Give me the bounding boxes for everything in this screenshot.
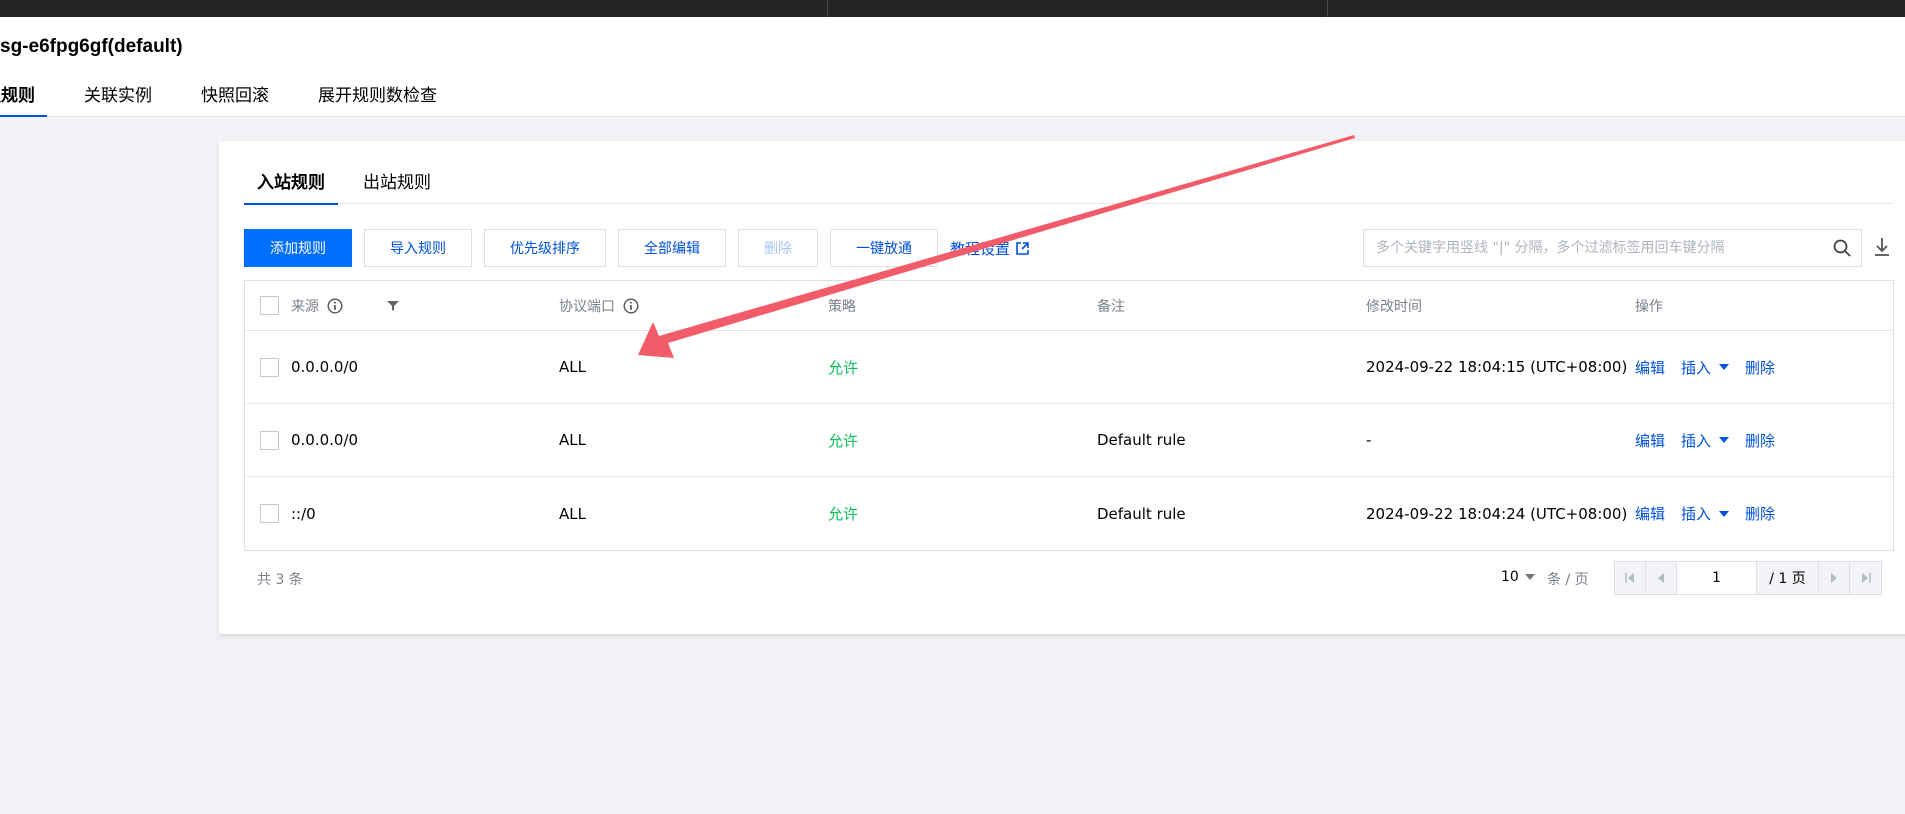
page-tabs: 组规则 关联实例 快照回滚 展开规则数检查 — [0, 85, 486, 117]
tab-inbound-rules[interactable]: 入站规则 — [244, 171, 338, 205]
tab-associated-instances[interactable]: 关联实例 — [84, 85, 152, 117]
rules-card: 入站规则 出站规则 添加规则 导入规则 优先级排序 全部编辑 删除 一键放通 教… — [219, 141, 1905, 634]
tab-snapshot-rollback[interactable]: 快照回滚 — [201, 85, 269, 117]
search-input[interactable] — [1376, 240, 1823, 256]
prev-page-button[interactable] — [1646, 562, 1677, 594]
insert-dropdown[interactable]: 插入 — [1681, 357, 1730, 378]
header-modified-time: 修改时间 — [1366, 298, 1422, 315]
cell-policy: 允许 — [828, 358, 859, 377]
row-checkbox[interactable] — [260, 504, 279, 523]
next-page-icon — [1831, 573, 1837, 583]
caret-down-icon — [1719, 437, 1730, 443]
download-icon[interactable] — [1874, 237, 1890, 261]
first-page-button[interactable] — [1615, 562, 1646, 594]
delete-button[interactable]: 删除 — [738, 229, 818, 267]
header-operations: 操作 — [1635, 298, 1663, 315]
per-page-label: 条 / 页 — [1547, 572, 1589, 588]
filter-icon[interactable] — [387, 300, 399, 312]
table-row: ::/0 ALL 允许 Default rule 2024-09-22 18:0… — [245, 477, 1893, 550]
top-nav-divider — [827, 0, 828, 17]
top-nav-divider — [1327, 0, 1328, 17]
cell-policy: 允许 — [828, 505, 859, 523]
last-page-button[interactable] — [1850, 562, 1881, 594]
external-link-icon — [1016, 241, 1029, 255]
info-icon[interactable] — [623, 297, 639, 314]
rule-search-box — [1363, 229, 1862, 267]
header-policy: 策略 — [828, 298, 856, 315]
caret-down-icon — [1719, 510, 1730, 517]
cell-note: Default rule — [1097, 431, 1186, 449]
total-count: 共 3 条 — [257, 572, 303, 588]
tutorial-settings-link[interactable]: 教程设置 — [950, 238, 1029, 259]
delete-link[interactable]: 删除 — [1745, 503, 1775, 524]
insert-dropdown[interactable]: 插入 — [1681, 430, 1730, 451]
rule-direction-tabs: 入站规则 出站规则 — [244, 171, 1894, 205]
page-size-value: 10 — [1501, 569, 1519, 585]
next-page-button[interactable] — [1819, 562, 1850, 594]
prev-page-icon — [1658, 573, 1664, 583]
search-icon[interactable] — [1823, 230, 1861, 266]
row-checkbox[interactable] — [260, 430, 279, 450]
cell-port: ALL — [559, 358, 586, 376]
rules-table: 来源 协议端口 策略 备注 修改时间 操作 0.0.0.0/0 ALL 允许 2… — [244, 280, 1894, 551]
insert-dropdown[interactable]: 插入 — [1681, 503, 1730, 524]
priority-sort-button[interactable]: 优先级排序 — [484, 229, 606, 267]
cell-source: 0.0.0.0/0 — [291, 431, 359, 449]
cell-policy: 允许 — [828, 431, 859, 450]
tab-group-rules[interactable]: 组规则 — [0, 85, 47, 117]
cell-note: Default rule — [1097, 504, 1186, 523]
header-source: 来源 — [291, 298, 319, 315]
row-checkbox[interactable] — [260, 357, 279, 377]
page-header: sg-e6fpg6gf(default) 组规则 关联实例 快照回滚 展开规则数… — [0, 17, 1905, 117]
edit-link[interactable]: 编辑 — [1635, 357, 1665, 378]
one-click-allow-button[interactable]: 一键放通 — [830, 229, 938, 267]
cell-time: 2024-09-22 18:04:24 (UTC+08:00) — [1366, 504, 1628, 523]
cell-source: 0.0.0.0/0 — [291, 358, 359, 376]
pagination: / 1 页 — [1614, 561, 1882, 595]
tutorial-settings-label: 教程设置 — [950, 239, 1011, 258]
table-header: 来源 协议端口 策略 备注 修改时间 操作 — [245, 281, 1893, 331]
caret-down-icon — [1719, 364, 1730, 370]
first-page-icon — [1625, 573, 1634, 583]
cell-time: - — [1366, 431, 1372, 449]
insert-label: 插入 — [1681, 431, 1712, 450]
top-nav-bar — [0, 0, 1905, 17]
cell-port: ALL — [559, 504, 586, 523]
table-row: 0.0.0.0/0 ALL 允许 Default rule - 编辑 插入 删除 — [245, 404, 1893, 477]
import-rules-button[interactable]: 导入规则 — [364, 229, 472, 267]
edit-link[interactable]: 编辑 — [1635, 430, 1665, 451]
header-protocol-port: 协议端口 — [559, 298, 615, 315]
info-icon[interactable] — [327, 297, 343, 314]
delete-link[interactable]: 删除 — [1745, 430, 1775, 451]
page-number-input[interactable] — [1677, 562, 1757, 594]
delete-link[interactable]: 删除 — [1745, 357, 1775, 378]
header-note: 备注 — [1097, 298, 1125, 315]
tab-outbound-rules[interactable]: 出站规则 — [350, 171, 444, 204]
page-total: / 1 页 — [1757, 562, 1819, 594]
rules-toolbar: 添加规则 导入规则 优先级排序 全部编辑 删除 一键放通 教程设置 — [244, 229, 1029, 267]
cell-time: 2024-09-22 18:04:15 (UTC+08:00) — [1366, 358, 1628, 376]
cell-port: ALL — [559, 431, 586, 449]
insert-label: 插入 — [1681, 358, 1712, 377]
caret-down-icon — [1524, 574, 1535, 580]
tab-rule-count-check[interactable]: 展开规则数检查 — [318, 85, 437, 117]
security-group-title: sg-e6fpg6gf(default) — [0, 36, 183, 57]
edit-all-button[interactable]: 全部编辑 — [618, 229, 726, 267]
cell-source: ::/0 — [291, 504, 316, 523]
last-page-icon — [1861, 573, 1871, 583]
table-row: 0.0.0.0/0 ALL 允许 2024-09-22 18:04:15 (UT… — [245, 331, 1893, 404]
select-all-checkbox[interactable] — [260, 296, 279, 315]
insert-label: 插入 — [1681, 505, 1712, 523]
add-rule-button[interactable]: 添加规则 — [244, 229, 352, 267]
table-footer: 共 3 条 10 条 / 页 / 1 页 — [244, 561, 1894, 595]
page-size-select[interactable]: 10 — [1501, 569, 1535, 585]
edit-link[interactable]: 编辑 — [1635, 503, 1665, 524]
